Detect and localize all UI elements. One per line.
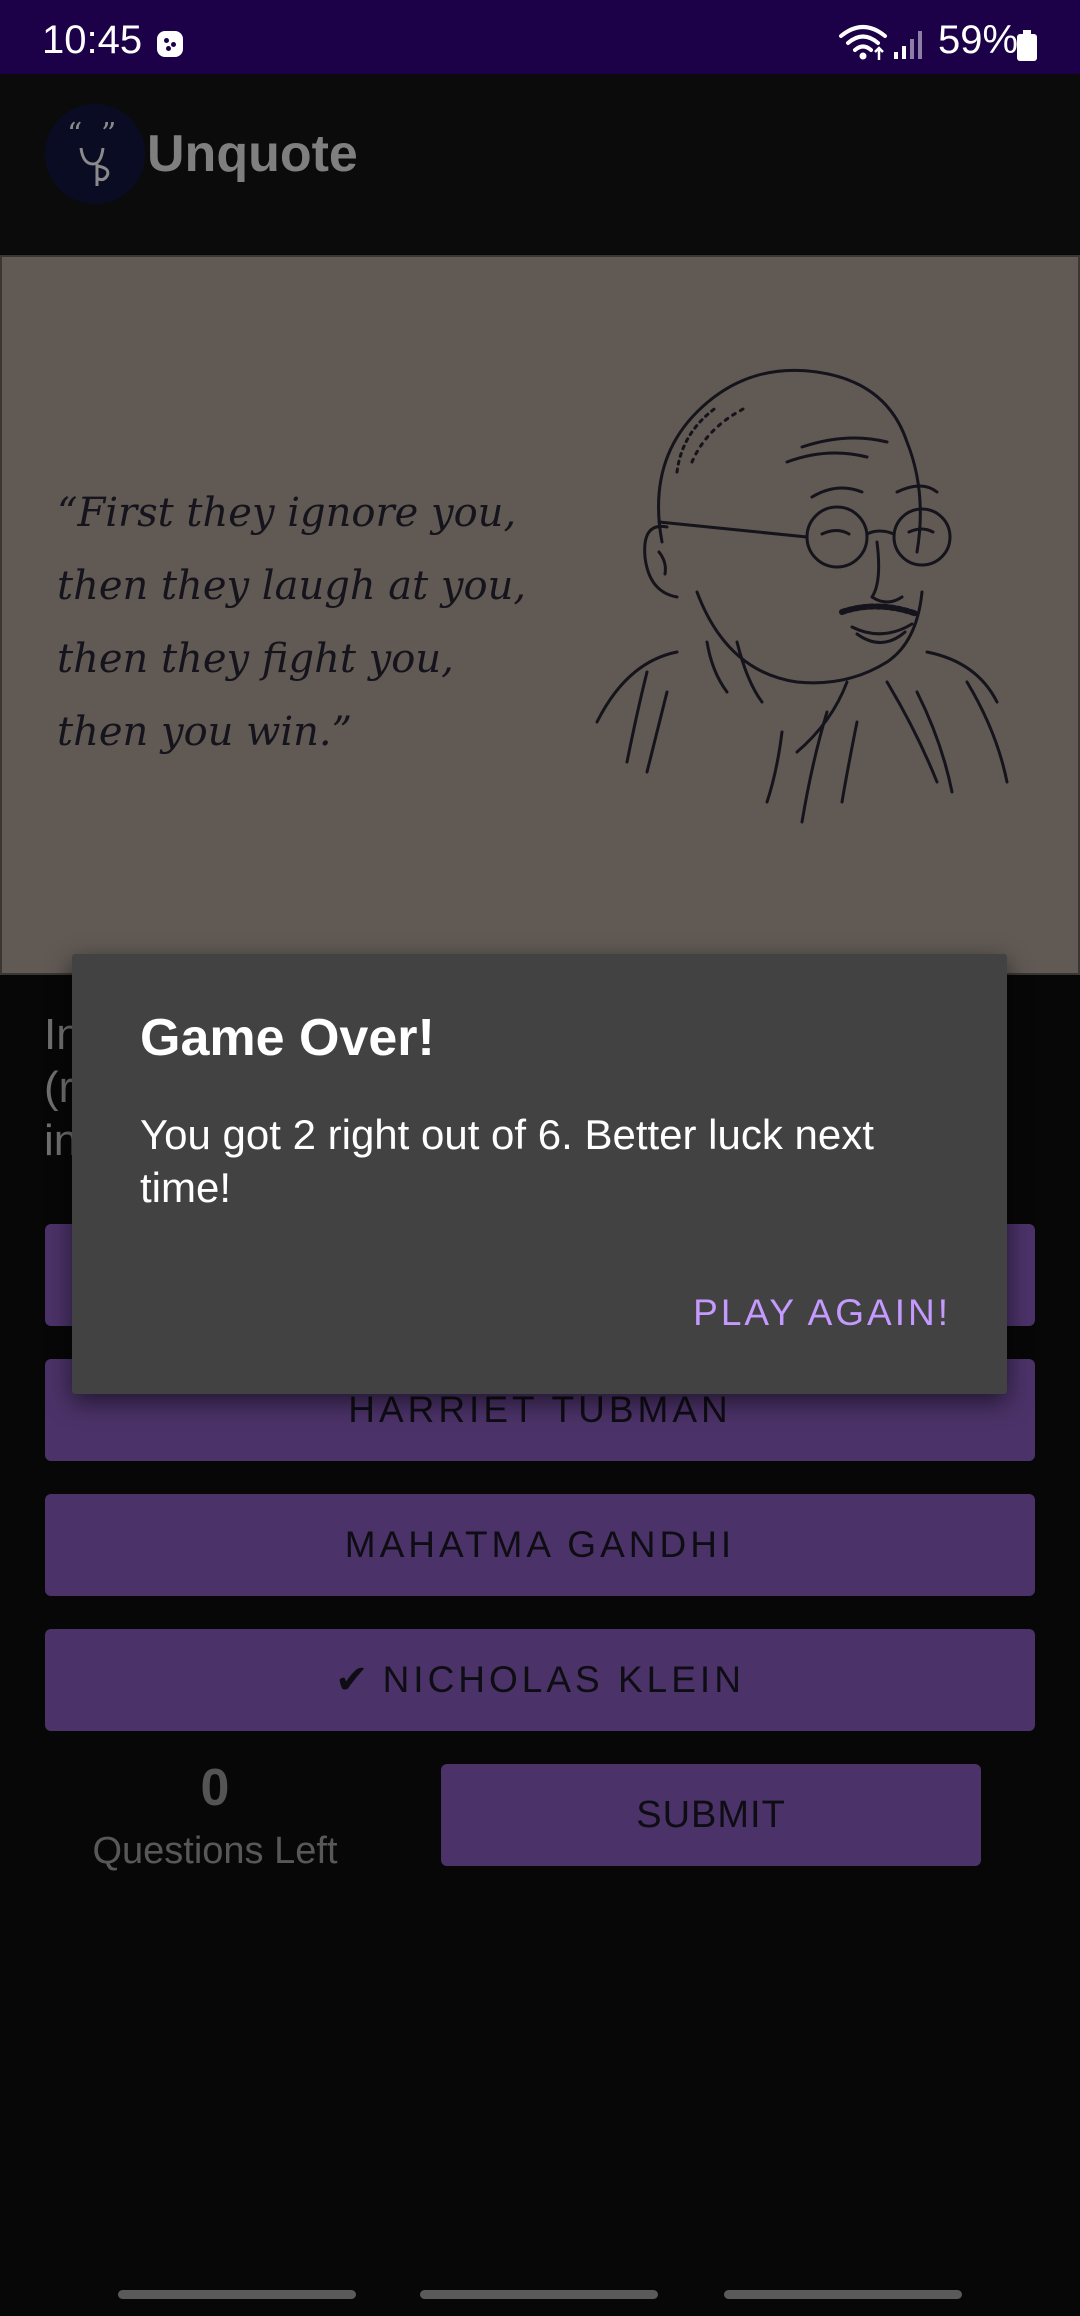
quote-line: then they fight you, (57, 636, 454, 682)
unquote-logo-icon: “ ” (45, 104, 145, 204)
questions-left-label: Questions Left (92, 1830, 338, 1872)
questions-left-count: 0 (200, 1759, 230, 1817)
dialog-title: Game Over! (140, 1009, 435, 1067)
nav-home-handle[interactable] (420, 2290, 658, 2299)
submit-button[interactable]: SUBMIT (441, 1764, 981, 1866)
check-icon: ✔ (335, 1658, 369, 1702)
answer-label: NICHOLAS KLEIN (382, 1659, 745, 1700)
answer-label: HARRIET TUBMAN (348, 1389, 732, 1430)
quote-line: then they laugh at you, (57, 563, 527, 609)
quote-image: “First they ignore you, then they laugh … (0, 255, 1080, 975)
status-time: 10:45 (42, 18, 143, 62)
portrait-illustration (595, 368, 1009, 824)
submit-label: SUBMIT (636, 1793, 786, 1836)
answer-button-3[interactable]: ✔ NICHOLAS KLEIN (45, 1629, 1035, 1731)
app-title: Unquote (147, 125, 358, 183)
game-notification-icon (157, 31, 183, 57)
app-bar: “ ” Unquote (0, 74, 1080, 254)
quote-text: “First they ignore you, then they laugh … (57, 477, 526, 769)
cell-signal-icon (894, 31, 922, 59)
answer-button-2[interactable]: MAHATMA GANDHI (45, 1494, 1035, 1596)
quote-line: “First they ignore you, (57, 490, 517, 536)
play-again-button[interactable]: PLAY AGAIN! (693, 1292, 951, 1334)
battery-percentage: 59% (938, 18, 1019, 62)
battery-icon (1017, 30, 1037, 61)
answer-label: MAHATMA GANDHI (344, 1524, 736, 1565)
wifi-icon (839, 25, 887, 60)
nav-back-handle[interactable] (724, 2290, 962, 2299)
quote-line: then you win.” (57, 709, 353, 755)
svg-text:“: “ (67, 117, 82, 152)
svg-text:”: ” (101, 117, 116, 152)
nav-recents-handle[interactable] (118, 2290, 356, 2299)
status-bar: 10:45 59% (0, 0, 1080, 74)
game-over-dialog: Game Over! You got 2 right out of 6. Bet… (72, 954, 1007, 1394)
dialog-message: You got 2 right out of 6. Better luck ne… (140, 1111, 874, 1211)
